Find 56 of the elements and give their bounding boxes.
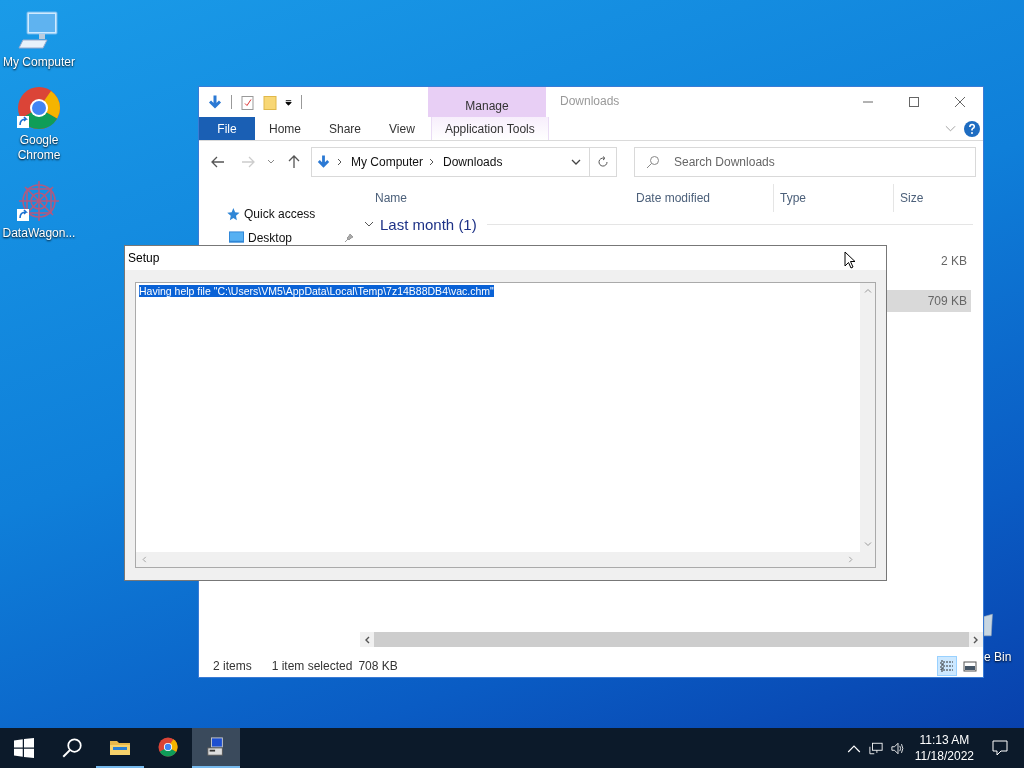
properties-icon[interactable] — [240, 93, 256, 111]
notification-icon[interactable] — [992, 740, 1008, 756]
star-icon[interactable] — [225, 207, 240, 221]
speaker-icon[interactable] — [890, 741, 905, 755]
computer-icon[interactable] — [17, 8, 61, 52]
dropdown-icon[interactable] — [571, 159, 581, 165]
dialog-title: Setup — [128, 251, 160, 265]
status-text: 708 KB — [358, 659, 398, 673]
refresh-icon[interactable] — [597, 156, 609, 168]
back-arrow-icon[interactable] — [211, 155, 225, 169]
customize-dropdown-icon[interactable] — [284, 97, 293, 107]
address-bar[interactable]: My Computer Downloads — [311, 147, 617, 177]
ribbon-tab[interactable]: View — [375, 117, 429, 140]
column-header[interactable]: Name — [364, 184, 630, 212]
status-text: 1 item selected — [271, 659, 353, 673]
pin-icon — [344, 233, 354, 243]
window-title: Downloads — [560, 94, 620, 108]
download-arrow-icon — [316, 154, 331, 170]
help-icon[interactable] — [964, 120, 980, 137]
clock-date[interactable]: 11/18/2022 — [914, 748, 974, 764]
chrome-icon[interactable] — [17, 86, 61, 130]
ribbon-tab[interactable]: Application Tools — [430, 117, 549, 140]
search-icon[interactable] — [61, 738, 83, 758]
breadcrumb-item[interactable]: Downloads — [443, 155, 503, 169]
search-icon — [646, 155, 660, 169]
search-field[interactable]: Search Downloads — [634, 147, 976, 177]
breadcrumb-item[interactable]: My Computer — [351, 155, 424, 169]
column-header[interactable]: Type — [774, 184, 894, 212]
group-header[interactable]: Last month (1) — [380, 215, 477, 233]
nav-item[interactable]: Desktop — [248, 231, 293, 245]
ribbon-tab[interactable]: Share — [315, 117, 376, 140]
chrome-icon — [157, 737, 179, 757]
download-arrow-icon[interactable] — [207, 93, 223, 111]
desktop-icon-label[interactable]: e Bin — [984, 650, 1012, 664]
size-cell-text: 2 KB — [940, 253, 968, 270]
column-header[interactable]: Size — [894, 184, 974, 212]
up-arrow-icon[interactable] — [287, 155, 301, 169]
desktop-icon[interactable] — [229, 231, 244, 245]
network-icon[interactable] — [868, 741, 883, 755]
size-cell: 709 KB — [887, 290, 971, 312]
manage-label: Manage — [465, 99, 509, 113]
nav-item[interactable]: Quick access — [244, 207, 316, 221]
maximize-icon[interactable] — [908, 96, 920, 108]
status-text: 2 items — [213, 659, 252, 673]
close-icon[interactable] — [954, 96, 966, 108]
ribbon-tab[interactable]: Home — [255, 117, 315, 140]
clock-time[interactable]: 11:13 AM — [919, 732, 970, 748]
taskbar-button[interactable] — [192, 728, 240, 768]
recent-dropdown-icon[interactable] — [267, 159, 275, 165]
breadcrumb-separator-icon — [429, 158, 436, 166]
collapse-caret-icon[interactable] — [364, 221, 374, 227]
snowflake-icon[interactable] — [17, 179, 61, 223]
windows-logo-icon[interactable] — [13, 738, 35, 758]
breadcrumb-separator-icon — [337, 158, 343, 166]
ribbon-tab[interactable]: File — [199, 117, 255, 140]
column-header[interactable]: Date modified — [630, 184, 774, 212]
